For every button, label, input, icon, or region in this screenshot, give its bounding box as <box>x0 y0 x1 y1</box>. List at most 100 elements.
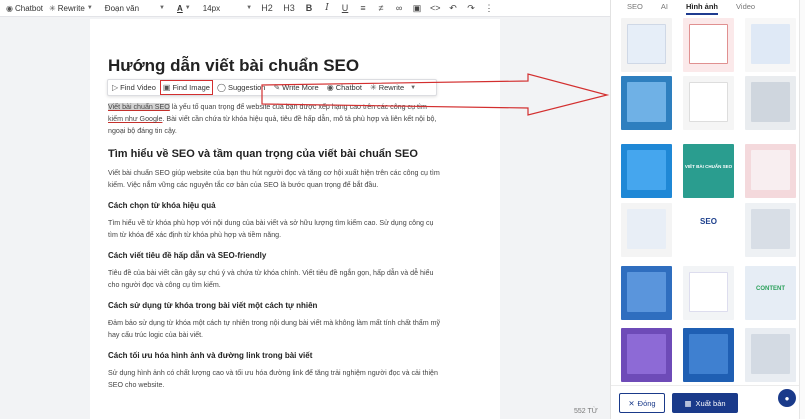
video-icon: ▷ <box>112 83 119 92</box>
publish-button[interactable]: ▦ Xuất bản <box>672 393 738 413</box>
h2-button[interactable]: H2 <box>260 3 274 13</box>
redo-icon[interactable]: ↷ <box>466 3 476 14</box>
image-thumbnail[interactable] <box>621 328 672 382</box>
image-panel: SEO AI Hình ảnh Video VIẾT BÀI CHUẨN SEO… <box>610 0 805 419</box>
image-thumbnail[interactable]: SEO <box>683 203 734 257</box>
intro-line-2-rest: . Bài viết cần chứa từ khóa hiệu quả, ti… <box>162 115 437 123</box>
italic-icon[interactable]: I <box>322 3 332 13</box>
paragraph-seo-importance: Viết bài chuẩn SEO giúp website của bạn … <box>108 167 484 191</box>
image-thumbnail[interactable] <box>621 76 672 130</box>
paragraph-line: hay cấu trúc logic của bài viết. <box>108 331 204 339</box>
paragraph-line: Tìm hiểu về từ khóa phù hợp với nội dung… <box>108 219 434 227</box>
intro-highlight: Viết bài chuẩn SEO <box>108 103 170 111</box>
intro-link[interactable]: kiếm như Google <box>108 115 162 123</box>
chatbot-label: Chatbot <box>335 83 362 92</box>
font-color-button[interactable]: A ▼ <box>177 4 191 13</box>
numbered-list-icon[interactable]: ≠ <box>376 3 386 13</box>
font-size-select[interactable]: 14px ▼ <box>203 4 252 13</box>
image-thumbnail[interactable] <box>683 76 734 130</box>
rewrite-toolbar-button[interactable]: ✳ Rewrite ▼ <box>49 4 93 13</box>
image-thumbnail[interactable] <box>621 203 672 257</box>
intro-line-2: kiếm như Google. Bài viết cần chứa từ kh… <box>108 113 484 125</box>
editor-page[interactable]: Hướng dẫn viết bài chuẩn SEO ▷ Find Vide… <box>90 19 500 419</box>
find-video-button[interactable]: ▷ Find Video <box>108 80 160 95</box>
font-size-value: 14px <box>202 3 221 13</box>
heading-seo-importance: Tìm hiểu về SEO và tầm quan trọng của vi… <box>108 148 418 160</box>
close-icon: ✕ <box>628 398 635 408</box>
link-icon[interactable]: ∞ <box>394 3 404 13</box>
rewrite-button[interactable]: ✳ Rewrite ▼ <box>366 80 420 95</box>
tab-video[interactable]: Video <box>736 0 755 15</box>
find-image-button[interactable]: ▣ Find Image <box>159 80 213 95</box>
publish-button-label: Xuất bản <box>695 398 726 408</box>
paragraph-style-select[interactable]: Đoạn văn ▼ <box>105 4 165 13</box>
image-thumbnail[interactable] <box>745 203 796 257</box>
paragraph-line: kiếm. Việc nắm vững các nguyên tắc cơ bả… <box>108 181 379 189</box>
image-thumbnail[interactable] <box>683 328 734 382</box>
pen-icon: ✎ <box>273 83 281 92</box>
h3-button[interactable]: H3 <box>282 3 296 13</box>
image-thumbnail[interactable] <box>621 144 672 198</box>
suggestion-label: Suggestion <box>227 83 266 92</box>
chatbot-icon: ◉ <box>326 83 334 92</box>
chevron-down-icon: ▼ <box>410 84 417 91</box>
image-thumbnail[interactable]: CONTENT <box>745 266 796 320</box>
image-icon[interactable]: ▣ <box>412 3 422 14</box>
find-image-label: Find Image <box>172 83 210 92</box>
heading-title: Cách viết tiêu đề hấp dẫn và SEO-friendl… <box>108 251 267 260</box>
image-thumbnail[interactable] <box>683 266 734 320</box>
app-root: ◉ Chatbot ✳ Rewrite ▼ Đoạn văn ▼ A ▼ 14p… <box>0 0 805 419</box>
lightbulb-icon: ◯ <box>216 83 226 92</box>
tab-seo[interactable]: SEO <box>627 0 643 15</box>
tab-images[interactable]: Hình ảnh <box>685 0 719 15</box>
underline-icon[interactable]: U <box>340 3 350 13</box>
heading-keyword-natural: Cách sử dụng từ khóa trong bài viết một … <box>108 301 318 310</box>
intro-rest: là yếu tố quan trọng để website của bạn … <box>169 103 427 111</box>
image-thumbnail[interactable] <box>683 18 734 72</box>
image-thumbnail[interactable] <box>745 328 796 382</box>
image-thumbnail[interactable] <box>745 144 796 198</box>
chatbot-button[interactable]: ◉ Chatbot <box>323 80 366 95</box>
chatbot-toolbar-button[interactable]: ◉ Chatbot <box>6 4 43 13</box>
rewrite-icon: ✳ <box>49 3 56 13</box>
chevron-down-icon: ▼ <box>184 5 191 11</box>
undo-icon[interactable]: ↶ <box>448 3 458 14</box>
word-count: 552 TỪ <box>574 408 598 415</box>
article-content[interactable]: Hướng dẫn viết bài chuẩn SEO <box>108 56 484 76</box>
tile-caption: VIẾT BÀI CHUẨN SEO <box>684 164 733 169</box>
suggestion-button[interactable]: ◯ Suggestion <box>213 80 269 95</box>
image-thumbnail[interactable] <box>745 76 796 130</box>
image-thumbnail[interactable] <box>621 266 672 320</box>
panel-scrollbar[interactable] <box>799 0 805 419</box>
chevron-down-icon: ▼ <box>86 5 93 11</box>
paragraph-line: Viết bài chuẩn SEO giúp website của bạn … <box>108 169 440 177</box>
article-body[interactable]: Viết bài chuẩn SEO là yếu tố quan trọng … <box>108 101 484 391</box>
chatbot-label: Chatbot <box>14 3 44 13</box>
tab-ai[interactable]: AI <box>661 0 668 15</box>
image-thumbnail[interactable] <box>621 18 672 72</box>
more-icon[interactable]: ⋮ <box>484 3 494 14</box>
image-thumbnail[interactable]: VIẾT BÀI CHUẨN SEO <box>683 144 734 198</box>
find-video-label: Find Video <box>120 83 156 92</box>
font-color-icon: A <box>177 3 183 13</box>
help-icon[interactable]: ● <box>778 389 796 407</box>
paragraph-line: cho người đọc và công cụ tìm kiếm. <box>108 281 221 289</box>
intro-paragraph: Viết bài chuẩn SEO là yếu tố quan trọng … <box>108 101 484 137</box>
image-thumbnail[interactable] <box>745 18 796 72</box>
paragraph-keyword: Tìm hiểu về từ khóa phù hợp với nội dung… <box>108 217 484 241</box>
bold-icon[interactable]: B <box>304 3 314 13</box>
close-button-label: Đóng <box>637 398 656 408</box>
panel-tabs: SEO AI Hình ảnh Video <box>611 0 805 15</box>
paragraph-image-link: Sử dụng hình ảnh có chất lượng cao và tố… <box>108 367 484 391</box>
write-more-button[interactable]: ✎ Write More <box>269 80 322 95</box>
rewrite-icon: ✳ <box>369 83 377 92</box>
close-button[interactable]: ✕ Đóng <box>619 393 665 413</box>
heading-image-link: Cách tối ưu hóa hình ảnh và đường link t… <box>108 351 313 360</box>
paragraph-line: tìm từ khóa để xác định từ khóa phù hợp … <box>108 231 282 239</box>
code-icon[interactable]: <> <box>430 3 441 13</box>
rewrite-label: Rewrite <box>378 83 405 92</box>
chevron-down-icon: ▼ <box>246 5 253 11</box>
bullet-list-icon[interactable]: ≡ <box>358 3 368 13</box>
paragraph-line: Sử dụng hình ảnh có chất lượng cao và tố… <box>108 369 438 377</box>
save-icon: ▦ <box>684 398 692 408</box>
